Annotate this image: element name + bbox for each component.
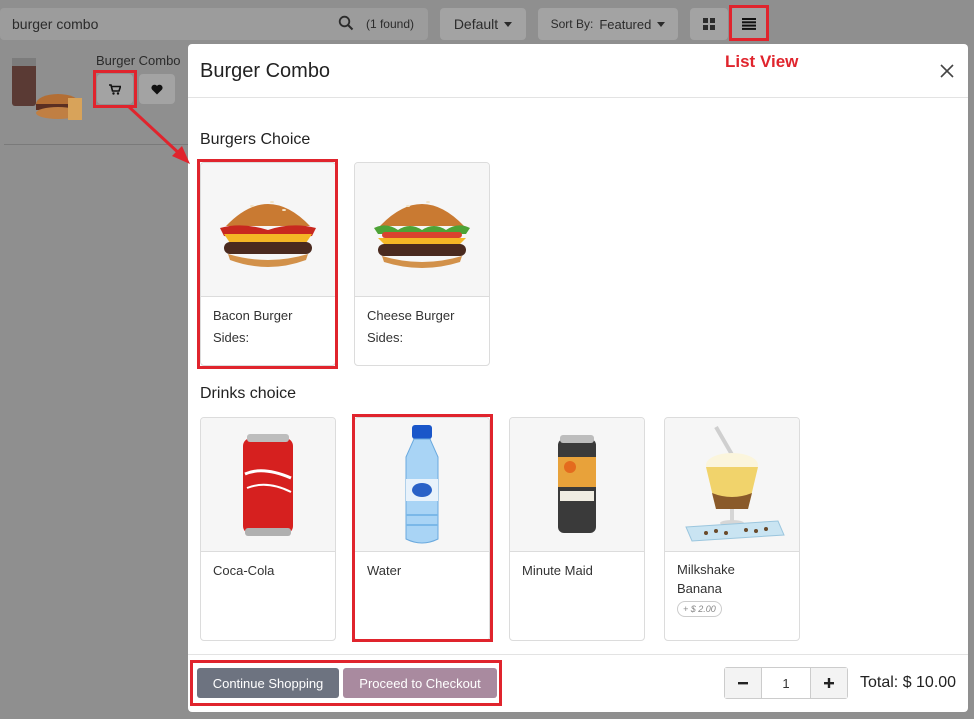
combo-item-name: Minute Maid — [522, 563, 593, 578]
pricelist-dropdown[interactable]: Default — [440, 8, 526, 40]
quantity-input[interactable]: 1 — [761, 668, 811, 698]
grid-icon — [703, 18, 715, 30]
minute-maid-image — [510, 418, 644, 552]
minus-icon — [738, 682, 748, 685]
increase-quantity-button[interactable] — [811, 668, 847, 698]
milkshake-image — [665, 418, 799, 552]
annotation-box-footer-buttons — [190, 660, 502, 706]
combo-item-cheese-burger[interactable]: Cheese Burger Sides: — [354, 162, 490, 366]
cheese-burger-image — [355, 163, 489, 297]
heart-icon — [151, 84, 163, 94]
chevron-down-icon — [657, 21, 666, 27]
product-name[interactable]: Burger Combo — [96, 53, 181, 68]
annotation-label-list-view: List View — [725, 52, 799, 71]
divider — [4, 144, 188, 145]
sort-prefix: Sort By: — [550, 17, 594, 31]
annotation-box-list-view — [729, 5, 769, 41]
search-input[interactable]: burger combo — [12, 16, 98, 32]
burger-combo-image — [12, 58, 82, 120]
search-bar[interactable]: burger combo (1 found) — [0, 8, 428, 40]
combo-item-coca-cola[interactable]: Coca-Cola — [200, 417, 336, 641]
combo-item-name: Milkshake Banana — [677, 562, 735, 596]
combo-configurator-dialog: Burger Combo Burgers Choice Bacon Burger… — [188, 44, 968, 712]
total-price: Total: $ 10.00 — [860, 674, 957, 691]
dialog-title: Burger Combo — [200, 60, 331, 82]
dialog-header: Burger Combo — [188, 44, 968, 98]
search-icon[interactable] — [338, 15, 354, 31]
combo-item-name: Cheese Burger — [367, 308, 455, 323]
close-icon[interactable] — [938, 62, 956, 80]
combo-item-name: Coca-Cola — [213, 563, 275, 578]
combo-item-sides: Sides: — [367, 330, 404, 345]
annotation-box-water — [352, 414, 493, 642]
sort-value: Featured — [599, 16, 652, 32]
section-title-burgers: Burgers Choice — [200, 131, 311, 148]
grid-view-button[interactable] — [690, 8, 728, 40]
search-result-count: (1 found) — [365, 17, 414, 31]
decrease-quantity-button[interactable] — [725, 668, 761, 698]
section-title-drinks: Drinks choice — [200, 385, 297, 402]
add-to-wishlist-button[interactable] — [139, 74, 175, 104]
coca-cola-image — [201, 418, 335, 552]
extra-price-badge: + $ 2.00 — [677, 601, 722, 617]
combo-item-milkshake-banana[interactable]: Milkshake Banana + $ 2.00 — [664, 417, 800, 641]
annotation-box-cart — [93, 70, 137, 108]
quantity-stepper: 1 — [724, 667, 848, 699]
pricelist-label: Default — [453, 16, 499, 32]
sort-dropdown[interactable]: Sort By: Featured — [538, 8, 678, 40]
combo-item-minute-maid[interactable]: Minute Maid — [509, 417, 645, 641]
chevron-down-icon — [504, 21, 513, 27]
plus-icon — [824, 678, 834, 688]
annotation-box-bacon-burger — [197, 159, 338, 369]
